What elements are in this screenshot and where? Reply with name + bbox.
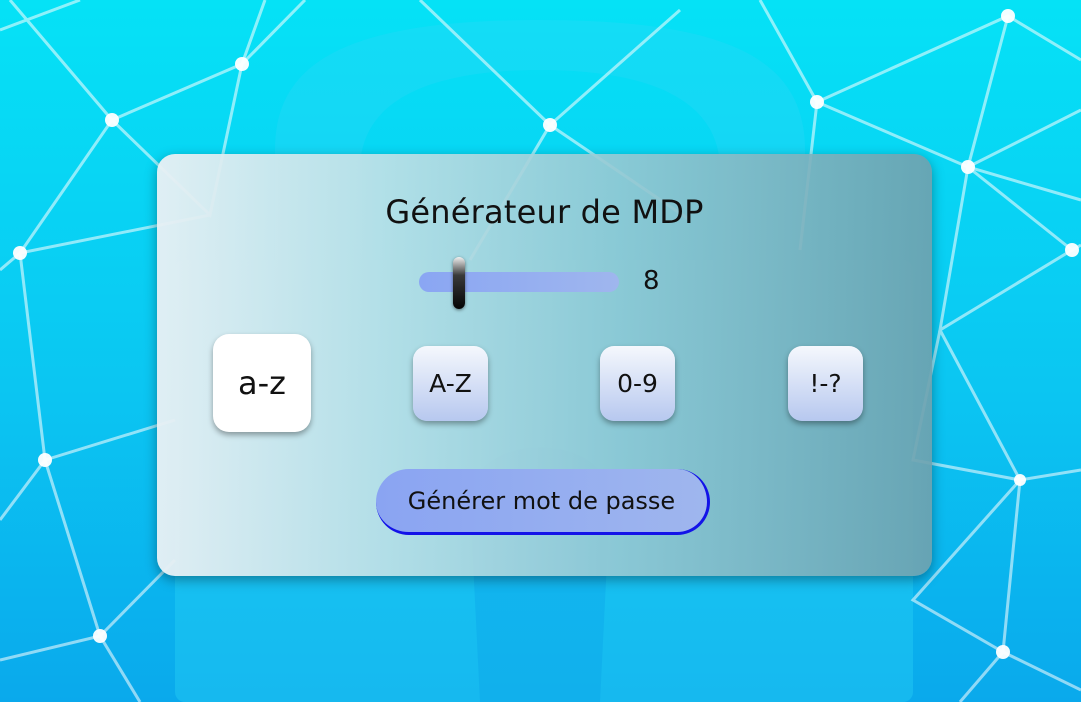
uppercase-toggle-button[interactable]: A-Z bbox=[413, 346, 488, 421]
length-slider-track[interactable] bbox=[419, 272, 619, 292]
length-slider-thumb[interactable] bbox=[453, 257, 465, 309]
symbols-toggle-button[interactable]: !-? bbox=[788, 346, 863, 421]
length-value: 8 bbox=[643, 266, 660, 296]
password-generator-card: Générateur de MDP 8 a-z A-Z 0-9 !-? Géné… bbox=[157, 154, 932, 576]
page-title: Générateur de MDP bbox=[385, 193, 704, 231]
lowercase-toggle-button[interactable]: a-z bbox=[213, 334, 311, 432]
digits-toggle-button[interactable]: 0-9 bbox=[600, 346, 675, 421]
generate-password-button[interactable]: Générer mot de passe bbox=[376, 469, 710, 535]
